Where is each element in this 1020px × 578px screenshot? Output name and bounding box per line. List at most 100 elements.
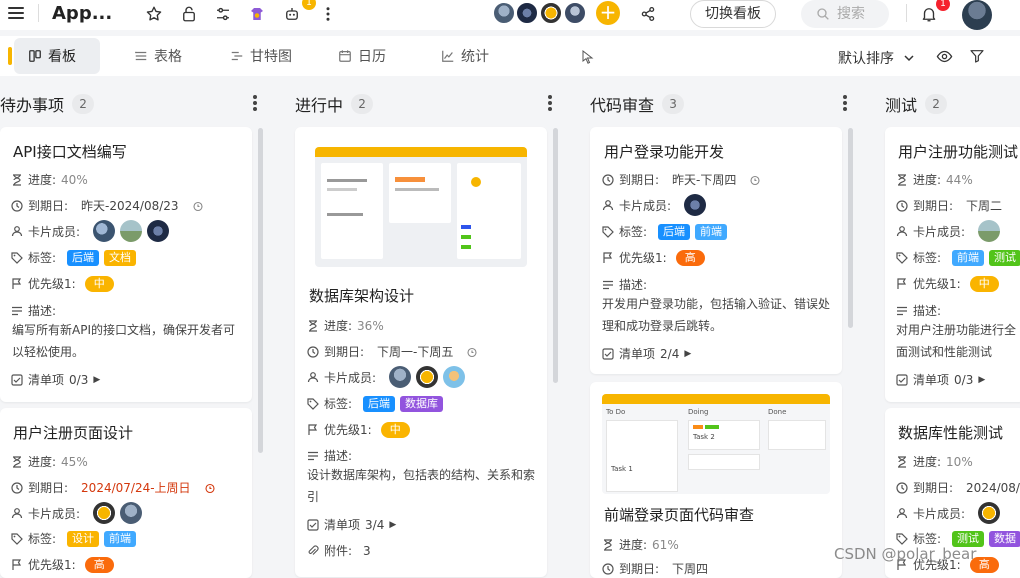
lock-icon[interactable]: [179, 4, 199, 24]
priority-badge: 中: [969, 275, 999, 292]
checklist-value: 3/4: [365, 517, 385, 532]
tags-row: 标签: 后端 文档: [11, 249, 137, 266]
mouse-cursor-icon: [582, 50, 594, 64]
card-description: 设计数据库架构，包括表的结构、关系和索引: [307, 468, 536, 504]
task-card[interactable]: To Do Doing Done Task 1 Task 2 前端登录页面代码审…: [590, 382, 842, 578]
more-vertical-icon[interactable]: [318, 4, 338, 24]
due-value: 2024/07/24-上周日: [81, 481, 191, 495]
search-input[interactable]: 搜索: [801, 0, 889, 28]
star-icon[interactable]: [144, 4, 164, 24]
tab-calendar[interactable]: 日历: [338, 38, 386, 74]
column-scrollbar[interactable]: [553, 128, 558, 383]
column-more-icon[interactable]: [843, 95, 847, 111]
member-avatar[interactable]: [684, 194, 707, 216]
due-row: 到期日: 下周四: [602, 560, 708, 577]
column-more-icon[interactable]: [548, 95, 552, 111]
task-card[interactable]: 用户注册页面设计 进度: 45% 到期日: 2024/07/24-上周日 卡片成…: [0, 408, 252, 578]
avatar[interactable]: [492, 1, 516, 25]
avatar[interactable]: [515, 1, 539, 25]
tab-label: 甘特图: [250, 49, 292, 65]
card-cover-image[interactable]: [315, 147, 527, 267]
desc-row: 描述:: [602, 276, 647, 293]
member-avatar[interactable]: [978, 502, 1001, 524]
filter-icon[interactable]: [969, 48, 985, 64]
cover-label: To Do: [606, 408, 626, 416]
column-count: 2: [351, 94, 374, 114]
card-title: 用户注册功能测试: [898, 143, 1019, 161]
member-avatar[interactable]: [443, 366, 466, 388]
member-avatar[interactable]: [120, 220, 143, 242]
menu-icon[interactable]: [8, 5, 24, 21]
tags-row: 标签: 后端 数据库: [307, 395, 444, 412]
task-card[interactable]: 数据库架构设计 进度: 36% 到期日: 下周一-下周五 卡片成员: 标签: 后…: [295, 127, 547, 577]
kanban-icon: [29, 50, 41, 62]
member-avatar[interactable]: [93, 220, 116, 242]
priority-row: 优先级1: 中: [11, 275, 114, 292]
column-more-icon[interactable]: [253, 95, 257, 111]
member-avatar[interactable]: [978, 220, 1001, 242]
eye-icon[interactable]: [936, 48, 953, 65]
user-icon: [11, 225, 23, 237]
active-tab-marker: [8, 47, 12, 65]
avatar[interactable]: [539, 1, 563, 25]
flag-icon: [307, 423, 319, 436]
clock-icon: [11, 199, 23, 212]
avatar[interactable]: [563, 1, 587, 25]
card-title: 数据库性能测试: [898, 424, 1004, 442]
column-title: 代码审查: [590, 96, 655, 115]
column-scrollbar[interactable]: [848, 128, 853, 328]
member-avatar[interactable]: [389, 366, 412, 388]
member-avatar[interactable]: [120, 502, 143, 524]
tag-backend: 后端: [658, 223, 691, 240]
card-title: 前端登录页面代码审查: [604, 506, 755, 524]
column-scrollbar[interactable]: [258, 128, 263, 453]
tab-gantt[interactable]: 甘特图: [230, 38, 292, 74]
add-member-button[interactable]: +: [596, 1, 620, 25]
progress-value: 36%: [357, 318, 384, 333]
member-avatar[interactable]: [93, 502, 116, 524]
clock-icon: [896, 199, 908, 212]
card-cover-image[interactable]: To Do Doing Done Task 1 Task 2: [602, 394, 830, 494]
chart-icon: [442, 50, 454, 62]
flag-icon: [11, 558, 23, 571]
task-card[interactable]: API接口文档编写 进度: 40% 到期日: 昨天-2024/08/23 卡片成…: [0, 127, 252, 402]
view-tabs: 看板 表格 甘特图 日历 统计 默认排序: [0, 36, 1020, 76]
tag-backend: 后端: [363, 395, 396, 412]
checklist-row[interactable]: 清单项 2/4 ▶: [602, 345, 691, 362]
settings-sliders-icon[interactable]: [213, 4, 233, 24]
user-avatar[interactable]: [962, 0, 992, 30]
checklist-row[interactable]: 清单项 0/3 ▶: [11, 371, 100, 388]
task-card[interactable]: 用户登录功能开发 到期日: 昨天-下周四 卡片成员: 标签: 后端 前端 优先级…: [590, 127, 842, 374]
checklist-row[interactable]: 清单项 0/3 ▶: [896, 371, 985, 388]
alarm-icon: [204, 482, 216, 494]
clock-icon: [11, 481, 23, 494]
share-icon[interactable]: [638, 4, 658, 24]
tag-icon: [896, 532, 908, 545]
attachments-row[interactable]: 附件: 3: [307, 542, 371, 559]
checkbox-icon: [307, 518, 319, 531]
member-avatar[interactable]: [147, 220, 170, 242]
tab-kanban[interactable]: 看板: [14, 38, 100, 74]
hourglass-icon: [896, 455, 908, 468]
due-value: 下周一-下周五: [377, 345, 454, 359]
task-card[interactable]: 用户注册功能测试 进度: 44% 到期日: 下周二 卡片成员: 标签: 前端 测…: [885, 127, 1020, 402]
switch-board-button[interactable]: 切换看板: [690, 0, 776, 28]
checklist-row[interactable]: 清单项 3/4 ▶: [307, 516, 396, 533]
card-description: 开发用户登录功能，包括输入验证、错误处理和成功登录后跳转。: [602, 297, 831, 333]
tag-icon: [602, 225, 614, 238]
card-description: 对用户注册功能进行全面测试和性能测试: [896, 323, 1017, 359]
tab-table[interactable]: 表格: [134, 38, 182, 74]
column-count: 3: [662, 94, 685, 114]
tab-label: 表格: [154, 49, 182, 65]
due-value: 2024/08/1: [966, 480, 1020, 495]
cover-column: Task 1: [606, 420, 678, 492]
member-avatar[interactable]: [416, 366, 439, 388]
robot-icon[interactable]: [282, 4, 302, 24]
card-title: 数据库架构设计: [309, 287, 415, 305]
column-count: 2: [925, 94, 948, 114]
due-row: 到期日: 2024/08/1: [896, 479, 1020, 496]
theme-icon[interactable]: [247, 4, 267, 24]
tab-statistics[interactable]: 统计: [441, 38, 489, 74]
sort-dropdown[interactable]: 默认排序: [838, 48, 914, 68]
members-row: 卡片成员:: [896, 220, 1001, 242]
